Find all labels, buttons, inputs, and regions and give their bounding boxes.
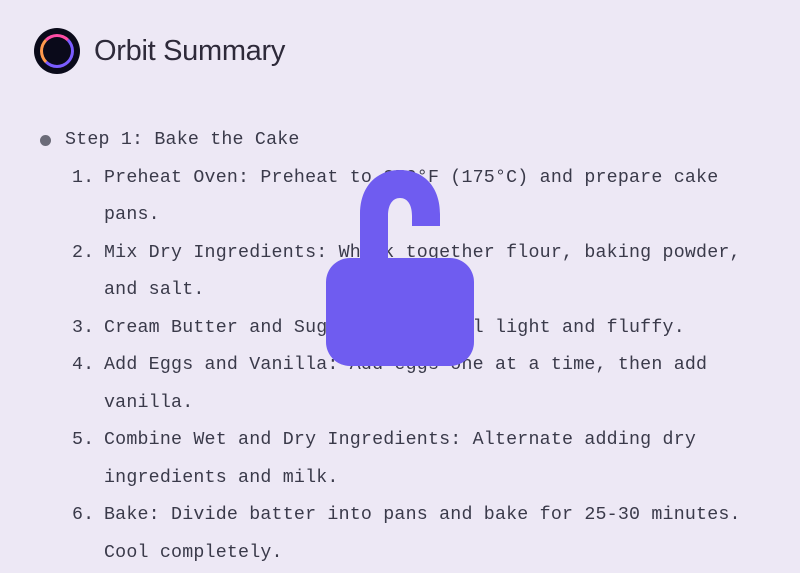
list-item: Bake: Divide batter into pans and bake f… [72,497,760,572]
step-heading-row: Step 1: Bake the Cake [40,122,760,160]
orbit-logo-icon [34,28,80,74]
steps-list: Preheat Oven: Preheat to 350°F (175°C) a… [40,160,760,573]
list-item: Add Eggs and Vanilla: Add eggs one at a … [72,347,760,422]
page-title: Orbit Summary [94,35,285,68]
summary-content: Step 1: Bake the Cake Preheat Oven: Preh… [0,74,800,572]
list-item: Cream Butter and Sugar: Beat until light… [72,310,760,348]
bullet-icon [40,135,51,146]
list-item: Combine Wet and Dry Ingredients: Alterna… [72,422,760,497]
list-item: Preheat Oven: Preheat to 350°F (175°C) a… [72,160,760,235]
header: Orbit Summary [0,0,800,74]
list-item: Mix Dry Ingredients: Whisk together flou… [72,235,760,310]
step-heading: Step 1: Bake the Cake [65,122,300,160]
